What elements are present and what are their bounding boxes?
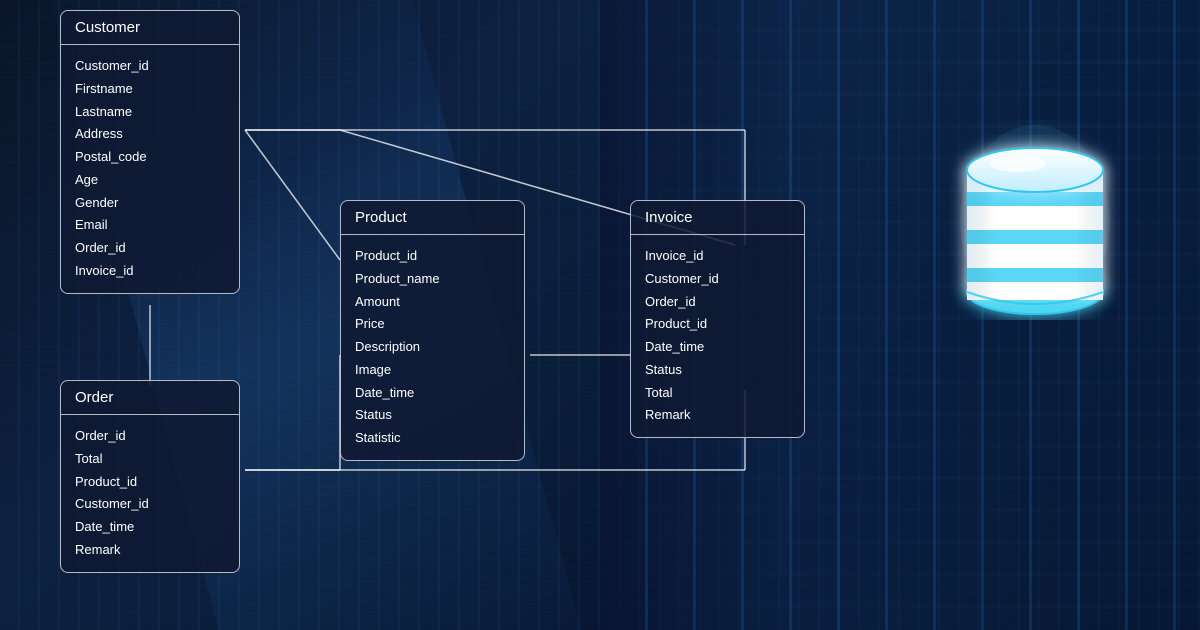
field-date-time: Date_time — [355, 382, 510, 405]
field-customer-id: Customer_id — [75, 55, 225, 78]
field-price: Price — [355, 313, 510, 336]
field-ord-date-time: Date_time — [75, 516, 225, 539]
invoice-table-fields: Invoice_id Customer_id Order_id Product_… — [631, 235, 804, 437]
customer-table-fields: Customer_id Firstname Lastname Address P… — [61, 45, 239, 293]
product-table-fields: Product_id Product_name Amount Price Des… — [341, 235, 524, 460]
field-inv-order-id: Order_id — [645, 291, 790, 314]
field-invoice-id: Invoice_id — [75, 260, 225, 283]
field-invoice-id: Invoice_id — [645, 245, 790, 268]
product-table: Product Product_id Product_name Amount P… — [340, 200, 525, 461]
field-amount: Amount — [355, 291, 510, 314]
field-inv-product-id: Product_id — [645, 313, 790, 336]
invoice-table-title: Invoice — [631, 201, 804, 235]
field-description: Description — [355, 336, 510, 359]
order-table-fields: Order_id Total Product_id Customer_id Da… — [61, 415, 239, 572]
field-ord-product-id: Product_id — [75, 471, 225, 494]
field-ord-customer-id: Customer_id — [75, 493, 225, 516]
field-postal-code: Postal_code — [75, 146, 225, 169]
invoice-table: Invoice Invoice_id Customer_id Order_id … — [630, 200, 805, 438]
field-age: Age — [75, 169, 225, 192]
field-status: Status — [355, 404, 510, 427]
field-inv-customer-id: Customer_id — [645, 268, 790, 291]
customer-table-title: Customer — [61, 11, 239, 45]
database-icon — [950, 120, 1120, 325]
field-ord-total: Total — [75, 448, 225, 471]
field-order-id: Order_id — [75, 237, 225, 260]
field-product-id: Product_id — [355, 245, 510, 268]
field-inv-remark: Remark — [645, 404, 790, 427]
field-email: Email — [75, 214, 225, 237]
order-table: Order Order_id Total Product_id Customer… — [60, 380, 240, 573]
field-lastname: Lastname — [75, 101, 225, 124]
field-firstname: Firstname — [75, 78, 225, 101]
field-address: Address — [75, 123, 225, 146]
field-inv-date-time: Date_time — [645, 336, 790, 359]
field-gender: Gender — [75, 192, 225, 215]
field-ord-remark: Remark — [75, 539, 225, 562]
field-inv-status: Status — [645, 359, 790, 382]
field-ord-order-id: Order_id — [75, 425, 225, 448]
order-table-title: Order — [61, 381, 239, 415]
field-inv-total: Total — [645, 382, 790, 405]
customer-table: Customer Customer_id Firstname Lastname … — [60, 10, 240, 294]
product-table-title: Product — [341, 201, 524, 235]
field-image: Image — [355, 359, 510, 382]
field-product-name: Product_name — [355, 268, 510, 291]
field-statistic: Statistic — [355, 427, 510, 450]
